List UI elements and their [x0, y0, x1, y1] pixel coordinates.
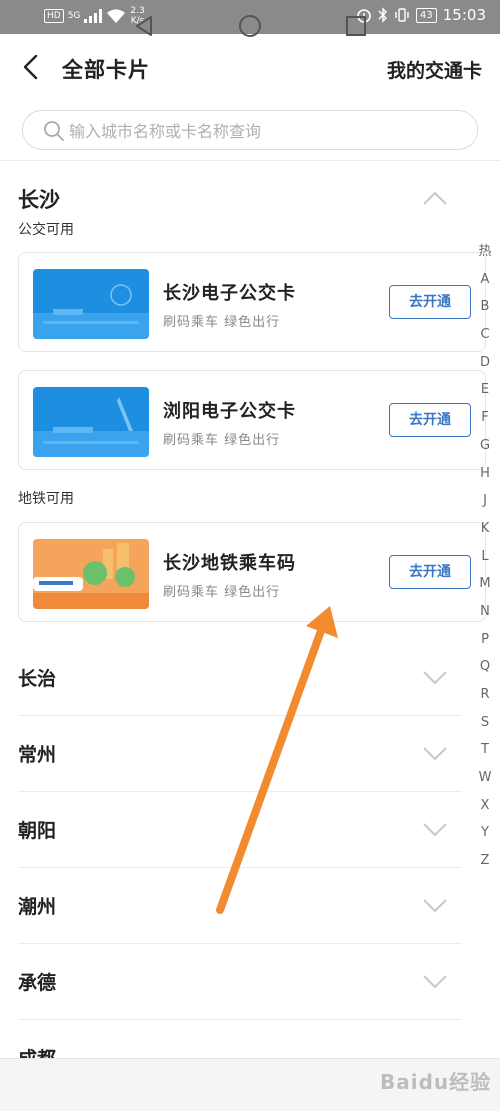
index-letter[interactable]: L [474, 543, 496, 571]
index-letter[interactable]: W [474, 764, 496, 792]
baidu-watermark: Baidu经验 [380, 1070, 492, 1094]
wifi-icon [107, 9, 126, 23]
status-left: HD 5G 2.3 K/s [44, 6, 145, 26]
card-changsha-bus[interactable]: 长沙电子公交卡 刷码乘车 绿色出行 去开通 [18, 252, 486, 352]
index-letter[interactable]: K [474, 515, 496, 543]
battery-indicator: 43 [416, 7, 437, 23]
divider [0, 160, 500, 161]
city-row-changzhou[interactable]: 常州 [18, 716, 462, 792]
signal-label: 5G [67, 11, 81, 21]
signal-icon [84, 9, 103, 23]
status-right: 43 15:03 [356, 6, 486, 24]
nav-recent-apps-icon[interactable] [344, 14, 368, 38]
chevron-down-icon [423, 899, 447, 913]
city-name: 承德 [18, 972, 57, 994]
bluetooth-icon [378, 7, 388, 23]
search-input[interactable] [69, 119, 459, 143]
metro-available-label: 地铁可用 [18, 491, 74, 507]
clock: 15:03 [442, 6, 486, 24]
card-liuyang-bus[interactable]: 浏阳电子公交卡 刷码乘车 绿色出行 去开通 [18, 370, 486, 470]
index-letter[interactable]: R [474, 681, 496, 709]
index-letter[interactable]: A [474, 266, 496, 294]
index-letter[interactable]: Z [474, 847, 496, 875]
index-letter[interactable]: T [474, 736, 496, 764]
hd-badge: HD [44, 9, 64, 23]
index-letter[interactable]: N [474, 598, 496, 626]
index-letter[interactable]: M [474, 570, 496, 598]
index-letter[interactable]: Q [474, 653, 496, 681]
activate-button[interactable]: 去开通 [389, 285, 471, 319]
card-image-changsha-bus [33, 269, 149, 339]
search-icon [44, 121, 64, 141]
app-header: 全部卡片 我的交通卡 [0, 34, 500, 100]
back-arrow-icon[interactable] [16, 52, 46, 82]
index-letter[interactable]: B [474, 293, 496, 321]
city-row-chaozhou[interactable]: 潮州 [18, 868, 462, 944]
index-letter[interactable]: X [474, 792, 496, 820]
index-letter[interactable]: H [474, 460, 496, 488]
city-name: 长治 [18, 668, 57, 690]
card-title: 浏阳电子公交卡 [163, 401, 296, 422]
city-name: 潮州 [18, 896, 57, 918]
card-description: 刷码乘车 绿色出行 [163, 433, 281, 448]
index-letter[interactable]: S [474, 709, 496, 737]
page-title: 全部卡片 [62, 58, 150, 82]
activate-button[interactable]: 去开通 [389, 555, 471, 589]
bus-available-label: 公交可用 [18, 222, 74, 238]
city-header-changsha[interactable]: 长沙 [18, 184, 60, 214]
card-changsha-metro[interactable]: 长沙地铁乘车码 刷码乘车 绿色出行 去开通 [18, 522, 486, 622]
index-letter[interactable]: J [474, 487, 496, 515]
index-letter[interactable]: G [474, 432, 496, 460]
card-image-changsha-metro [33, 539, 149, 609]
city-row-chaoyang[interactable]: 朝阳 [18, 792, 462, 868]
card-image-liuyang-bus [33, 387, 149, 457]
index-letter[interactable]: F [474, 404, 496, 432]
my-transit-card-link[interactable]: 我的交通卡 [387, 56, 482, 83]
chevron-up-icon[interactable] [422, 190, 448, 206]
index-letter[interactable]: D [474, 349, 496, 377]
card-description: 刷码乘车 绿色出行 [163, 315, 281, 330]
activate-button[interactable]: 去开通 [389, 403, 471, 437]
index-letter[interactable]: E [474, 376, 496, 404]
nav-back-icon[interactable] [132, 14, 156, 38]
nav-home-icon[interactable] [238, 14, 262, 38]
card-title: 长沙地铁乘车码 [163, 553, 296, 574]
index-letter[interactable]: C [474, 321, 496, 349]
card-title: 长沙电子公交卡 [163, 283, 296, 304]
city-name: 常州 [18, 744, 57, 766]
city-row-chengde[interactable]: 承德 [18, 944, 462, 1020]
search-bar[interactable] [22, 110, 478, 150]
chevron-down-icon [423, 975, 447, 989]
chevron-down-icon [423, 671, 447, 685]
chevron-down-icon [423, 747, 447, 761]
card-description: 刷码乘车 绿色出行 [163, 585, 281, 600]
index-letter[interactable]: 热 [474, 238, 496, 266]
vibrate-icon [395, 8, 409, 22]
city-name: 朝阳 [18, 820, 57, 842]
chevron-down-icon [423, 823, 447, 837]
city-row-changzhi[interactable]: 长治 [18, 640, 462, 716]
alphabet-index-bar[interactable]: 热ABCDEFGHJKLMNPQRSTWXYZ [474, 238, 496, 875]
index-letter[interactable]: Y [474, 819, 496, 847]
index-letter[interactable]: P [474, 626, 496, 654]
